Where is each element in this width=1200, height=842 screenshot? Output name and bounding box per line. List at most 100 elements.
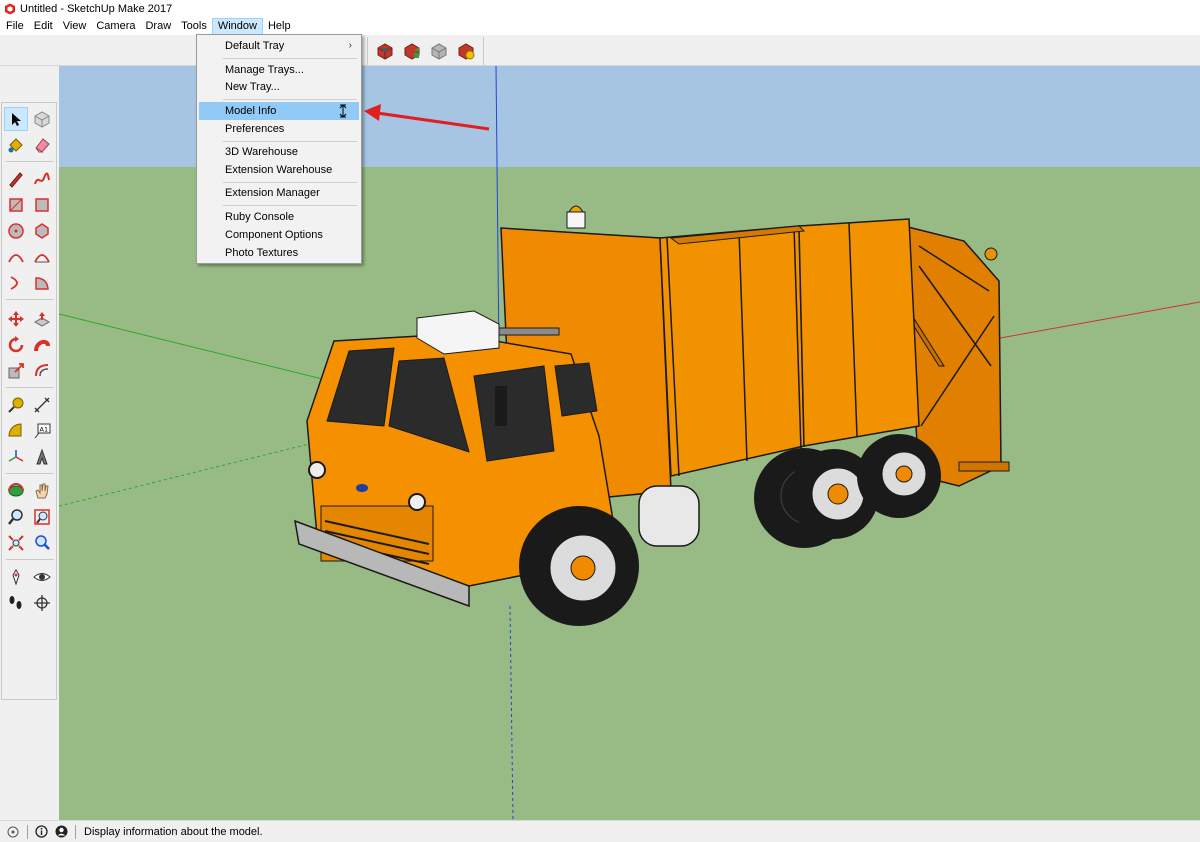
geo-location-icon[interactable] <box>6 825 20 839</box>
polygon-tool[interactable] <box>30 219 54 243</box>
eraser-tool[interactable] <box>30 133 54 157</box>
menu-item-extension-warehouse[interactable]: Extension Warehouse <box>199 161 359 179</box>
share-component-button[interactable] <box>428 40 450 62</box>
two-point-arc-tool[interactable] <box>30 245 54 269</box>
menu-item-manage-trays[interactable]: Manage Trays... <box>199 61 359 79</box>
offset-tool[interactable] <box>30 359 54 383</box>
menu-item-preferences[interactable]: Preferences <box>199 120 359 138</box>
three-point-arc-icon <box>10 276 18 290</box>
tool-separator <box>6 473 54 474</box>
menu-draw[interactable]: Draw <box>140 18 176 35</box>
component-icon <box>34 111 50 128</box>
text-label-icon: A1 <box>34 423 51 439</box>
menu-help[interactable]: Help <box>263 18 296 35</box>
menu-item-3d-warehouse[interactable]: 3D Warehouse <box>199 143 359 161</box>
rotated-rectangle-icon <box>35 198 49 212</box>
dimension-tool[interactable] <box>30 393 54 417</box>
menu-view[interactable]: View <box>58 18 92 35</box>
previous-view-tool[interactable] <box>30 531 54 555</box>
3d-text-tool[interactable] <box>30 445 54 469</box>
freehand-tool[interactable] <box>30 167 54 191</box>
3d-warehouse-button[interactable] <box>374 40 396 62</box>
rotated-rectangle-tool[interactable] <box>30 193 54 217</box>
zoom-tool[interactable] <box>4 505 28 529</box>
follow-me-icon <box>34 339 50 352</box>
two-point-arc-icon <box>34 254 50 263</box>
orbit-tool[interactable] <box>4 479 28 503</box>
status-bar: Display information about the model. <box>0 820 1200 842</box>
hand-icon <box>35 483 49 499</box>
left-toolbar: A1 <box>0 66 59 820</box>
rotate-tool[interactable] <box>4 333 28 357</box>
submenu-arrow-icon: › <box>348 40 352 51</box>
menu-item-new-tray[interactable]: New Tray... <box>199 78 359 96</box>
tool-separator <box>6 559 54 560</box>
green-axis <box>59 313 360 389</box>
follow-me-tool[interactable] <box>30 333 54 357</box>
section-plane-icon <box>34 595 50 611</box>
protractor-tool[interactable] <box>4 419 28 443</box>
menu-separator <box>223 205 357 206</box>
axes-tool[interactable] <box>4 445 28 469</box>
arrow-cursor-icon <box>12 113 21 126</box>
window-menu-dropdown: Default Tray › Manage Trays... New Tray.… <box>196 34 362 264</box>
walk-tool[interactable] <box>4 591 28 615</box>
title-bar: Untitled - SketchUp Make 2017 <box>0 0 1200 18</box>
menu-item-model-info[interactable]: Model Info <box>199 102 359 120</box>
arc-tool[interactable] <box>4 245 28 269</box>
eraser-icon <box>35 138 50 153</box>
menu-window[interactable]: Window <box>211 18 263 35</box>
extension-warehouse-button[interactable] <box>455 40 477 62</box>
position-camera-icon <box>12 569 20 586</box>
zoom-extents-tool[interactable] <box>4 531 28 555</box>
move-icon <box>8 311 24 327</box>
garbage-truck-model <box>294 205 1010 626</box>
arc-icon <box>8 254 24 263</box>
top-toolbar <box>0 35 1200 66</box>
menu-item-ruby-console[interactable]: Ruby Console <box>199 208 359 226</box>
menu-edit[interactable]: Edit <box>29 18 58 35</box>
status-message: Display information about the model. <box>84 825 263 838</box>
menu-camera[interactable]: Camera <box>91 18 140 35</box>
scale-tool[interactable] <box>4 359 28 383</box>
three-point-arc-tool[interactable] <box>4 271 28 295</box>
make-component-tool[interactable] <box>30 107 54 131</box>
pie-tool[interactable] <box>30 271 54 295</box>
red-axis <box>988 301 1200 341</box>
menu-item-component-options[interactable]: Component Options <box>199 226 359 244</box>
user-account-icon[interactable] <box>54 825 68 839</box>
menu-item-extension-manager[interactable]: Extension Manager <box>199 184 359 202</box>
menu-file[interactable]: File <box>1 18 29 35</box>
rectangle-icon <box>9 198 23 212</box>
window-title: Untitled - SketchUp Make 2017 <box>20 3 173 15</box>
extension-warehouse-icon <box>458 43 475 60</box>
share-model-button[interactable] <box>401 40 423 62</box>
pie-icon <box>35 277 49 290</box>
select-tool[interactable] <box>4 107 28 131</box>
menu-item-photo-textures[interactable]: Photo Textures <box>199 244 359 262</box>
paint-bucket-tool[interactable] <box>4 133 28 157</box>
dimension-icon <box>34 397 50 413</box>
menu-tools[interactable]: Tools <box>176 18 212 35</box>
axes-icon <box>8 450 24 462</box>
menu-bar: File Edit View Camera Draw Tools Window … <box>0 18 1200 35</box>
line-tool[interactable] <box>4 167 28 191</box>
zoom-window-tool[interactable] <box>30 505 54 529</box>
position-camera-tool[interactable] <box>4 565 28 589</box>
push-pull-tool[interactable] <box>30 307 54 331</box>
tool-separator <box>6 161 54 162</box>
status-separator <box>75 824 76 839</box>
tape-measure-tool[interactable] <box>4 393 28 417</box>
rectangle-tool[interactable] <box>4 193 28 217</box>
section-plane-tool[interactable] <box>30 591 54 615</box>
info-icon[interactable] <box>34 825 48 839</box>
pan-tool[interactable] <box>30 479 54 503</box>
orbit-icon <box>8 483 24 497</box>
text-tool[interactable]: A1 <box>30 419 54 443</box>
menu-item-default-tray[interactable]: Default Tray › <box>199 37 359 55</box>
circle-tool[interactable] <box>4 219 28 243</box>
scale-icon <box>8 363 24 379</box>
move-tool[interactable] <box>4 307 28 331</box>
look-around-tool[interactable] <box>30 565 54 589</box>
menu-separator <box>223 58 357 59</box>
